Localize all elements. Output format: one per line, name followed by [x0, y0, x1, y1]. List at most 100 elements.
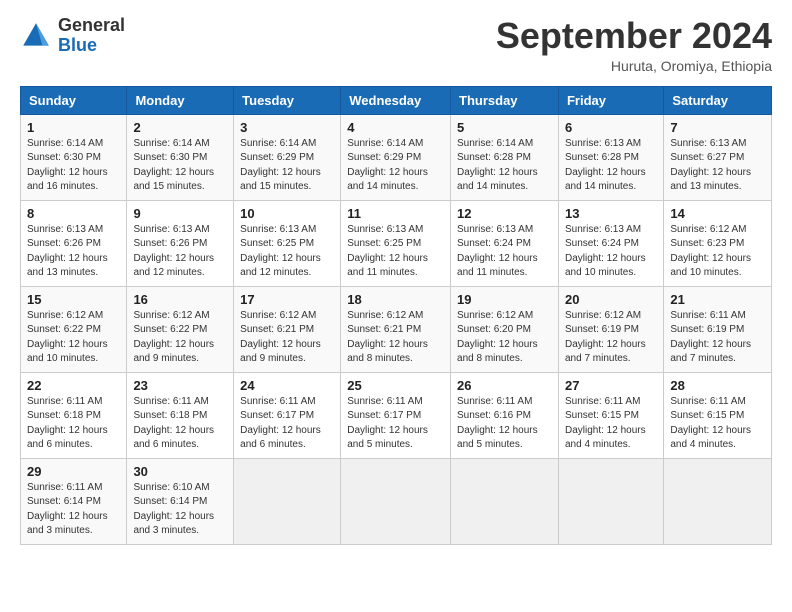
weekday-header-saturday: Saturday — [664, 86, 772, 114]
week-row-5: 29Sunrise: 6:11 AMSunset: 6:14 PMDayligh… — [21, 458, 772, 544]
day-info: Sunrise: 6:13 AMSunset: 6:24 PMDaylight:… — [565, 223, 657, 281]
day-cell: 12 Sunrise: 6:13 AMSunset: 6:24 PMDayligh… — [451, 200, 559, 286]
day-number: 17 — [240, 292, 334, 307]
day-info: Sunrise: 6:11 AMSunset: 6:18 PMDaylight:… — [27, 395, 120, 453]
day-info: Sunrise: 6:12 AMSunset: 6:20 PMDaylight:… — [457, 309, 552, 367]
day-number: 3 — [240, 120, 334, 135]
day-number: 15 — [27, 292, 120, 307]
weekday-header-row: SundayMondayTuesdayWednesdayThursdayFrid… — [21, 86, 772, 114]
weekday-header-wednesday: Wednesday — [341, 86, 451, 114]
day-cell: 9 Sunrise: 6:13 AMSunset: 6:26 PMDaylight… — [127, 200, 234, 286]
weekday-header-sunday: Sunday — [21, 86, 127, 114]
day-number: 20 — [565, 292, 657, 307]
day-info: Sunrise: 6:11 AMSunset: 6:15 PMDaylight:… — [565, 395, 657, 453]
day-cell: 15 Sunrise: 6:12 AMSunset: 6:22 PMDayligh… — [21, 286, 127, 372]
day-cell: 23Sunrise: 6:11 AMSunset: 6:18 PMDayligh… — [127, 372, 234, 458]
day-number: 10 — [240, 206, 334, 221]
logo-general: General — [58, 16, 125, 36]
day-info: Sunrise: 6:14 AMSunset: 6:29 PMDaylight:… — [347, 137, 444, 195]
day-cell — [558, 458, 663, 544]
day-number: 30 — [133, 464, 227, 479]
day-info: Sunrise: 6:14 AMSunset: 6:28 PMDaylight:… — [457, 137, 552, 195]
day-info: Sunrise: 6:13 AMSunset: 6:26 PMDaylight:… — [133, 223, 227, 281]
day-cell: 7 Sunrise: 6:13 AMSunset: 6:27 PMDaylight… — [664, 114, 772, 200]
day-number: 6 — [565, 120, 657, 135]
day-cell: 11 Sunrise: 6:13 AMSunset: 6:25 PMDayligh… — [341, 200, 451, 286]
logo-blue: Blue — [58, 36, 125, 56]
day-cell: 3 Sunrise: 6:14 AMSunset: 6:29 PMDaylight… — [234, 114, 341, 200]
day-number: 19 — [457, 292, 552, 307]
day-info: Sunrise: 6:11 AMSunset: 6:17 PMDaylight:… — [240, 395, 334, 453]
day-cell: 17 Sunrise: 6:12 AMSunset: 6:21 PMDayligh… — [234, 286, 341, 372]
day-cell: 10Sunrise: 6:13 AMSunset: 6:25 PMDayligh… — [234, 200, 341, 286]
day-cell: 13Sunrise: 6:13 AMSunset: 6:24 PMDayligh… — [558, 200, 663, 286]
day-number: 2 — [133, 120, 227, 135]
day-info: Sunrise: 6:12 AMSunset: 6:21 PMDaylight:… — [240, 309, 334, 367]
day-cell: 26Sunrise: 6:11 AMSunset: 6:16 PMDayligh… — [451, 372, 559, 458]
day-number: 5 — [457, 120, 552, 135]
day-info: Sunrise: 6:13 AMSunset: 6:24 PMDaylight:… — [457, 223, 552, 281]
day-number: 1 — [27, 120, 120, 135]
day-info: Sunrise: 6:13 AMSunset: 6:25 PMDaylight:… — [347, 223, 444, 281]
day-number: 28 — [670, 378, 765, 393]
day-info: Sunrise: 6:10 AMSunset: 6:14 PMDaylight:… — [133, 481, 227, 539]
day-info: Sunrise: 6:14 AMSunset: 6:30 PMDaylight:… — [133, 137, 227, 195]
day-number: 22 — [27, 378, 120, 393]
day-number: 21 — [670, 292, 765, 307]
day-number: 7 — [670, 120, 765, 135]
week-row-4: 22 Sunrise: 6:11 AMSunset: 6:18 PMDayligh… — [21, 372, 772, 458]
day-cell: 6 Sunrise: 6:13 AMSunset: 6:28 PMDaylight… — [558, 114, 663, 200]
day-cell: 5 Sunrise: 6:14 AMSunset: 6:28 PMDaylight… — [451, 114, 559, 200]
week-row-2: 8 Sunrise: 6:13 AMSunset: 6:26 PMDaylight… — [21, 200, 772, 286]
day-info: Sunrise: 6:13 AMSunset: 6:26 PMDaylight:… — [27, 223, 120, 281]
day-cell: 21 Sunrise: 6:11 AMSunset: 6:19 PMDayligh… — [664, 286, 772, 372]
day-info: Sunrise: 6:12 AMSunset: 6:22 PMDaylight:… — [133, 309, 227, 367]
day-cell: 19 Sunrise: 6:12 AMSunset: 6:20 PMDayligh… — [451, 286, 559, 372]
day-cell: 2 Sunrise: 6:14 AMSunset: 6:30 PMDaylight… — [127, 114, 234, 200]
day-info: Sunrise: 6:11 AMSunset: 6:15 PMDaylight:… — [670, 395, 765, 453]
day-number: 25 — [347, 378, 444, 393]
day-cell: 20Sunrise: 6:12 AMSunset: 6:19 PMDayligh… — [558, 286, 663, 372]
day-cell: 16Sunrise: 6:12 AMSunset: 6:22 PMDayligh… — [127, 286, 234, 372]
day-cell: 25 Sunrise: 6:11 AMSunset: 6:17 PMDayligh… — [341, 372, 451, 458]
day-number: 18 — [347, 292, 444, 307]
day-cell: 27Sunrise: 6:11 AMSunset: 6:15 PMDayligh… — [558, 372, 663, 458]
day-info: Sunrise: 6:11 AMSunset: 6:14 PMDaylight:… — [27, 481, 120, 539]
day-cell: 14 Sunrise: 6:12 AMSunset: 6:23 PMDayligh… — [664, 200, 772, 286]
day-cell — [451, 458, 559, 544]
day-info: Sunrise: 6:11 AMSunset: 6:19 PMDaylight:… — [670, 309, 765, 367]
day-cell: 29Sunrise: 6:11 AMSunset: 6:14 PMDayligh… — [21, 458, 127, 544]
calendar-table: SundayMondayTuesdayWednesdayThursdayFrid… — [20, 86, 772, 545]
calendar-container: General Blue September 2024 Huruta, Orom… — [0, 0, 792, 561]
logo-text: General Blue — [58, 16, 125, 56]
day-cell: 22 Sunrise: 6:11 AMSunset: 6:18 PMDayligh… — [21, 372, 127, 458]
day-number: 14 — [670, 206, 765, 221]
weekday-header-friday: Friday — [558, 86, 663, 114]
day-cell: 1 Sunrise: 6:14 AMSunset: 6:30 PMDaylight… — [21, 114, 127, 200]
day-number: 24 — [240, 378, 334, 393]
day-info: Sunrise: 6:13 AMSunset: 6:27 PMDaylight:… — [670, 137, 765, 195]
day-info: Sunrise: 6:14 AMSunset: 6:29 PMDaylight:… — [240, 137, 334, 195]
day-number: 12 — [457, 206, 552, 221]
day-cell: 4Sunrise: 6:14 AMSunset: 6:29 PMDaylight… — [341, 114, 451, 200]
day-info: Sunrise: 6:11 AMSunset: 6:16 PMDaylight:… — [457, 395, 552, 453]
day-info: Sunrise: 6:12 AMSunset: 6:22 PMDaylight:… — [27, 309, 120, 367]
month-title: September 2024 — [496, 16, 772, 56]
weekday-header-tuesday: Tuesday — [234, 86, 341, 114]
day-number: 9 — [133, 206, 227, 221]
day-info: Sunrise: 6:12 AMSunset: 6:21 PMDaylight:… — [347, 309, 444, 367]
day-cell — [234, 458, 341, 544]
day-info: Sunrise: 6:11 AMSunset: 6:18 PMDaylight:… — [133, 395, 227, 453]
day-info: Sunrise: 6:13 AMSunset: 6:28 PMDaylight:… — [565, 137, 657, 195]
day-info: Sunrise: 6:12 AMSunset: 6:23 PMDaylight:… — [670, 223, 765, 281]
day-info: Sunrise: 6:11 AMSunset: 6:17 PMDaylight:… — [347, 395, 444, 453]
logo: General Blue — [20, 16, 125, 56]
logo-icon — [20, 20, 52, 52]
day-info: Sunrise: 6:14 AMSunset: 6:30 PMDaylight:… — [27, 137, 120, 195]
day-number: 11 — [347, 206, 444, 221]
title-block: September 2024 Huruta, Oromiya, Ethiopia — [496, 16, 772, 74]
day-cell: 8 Sunrise: 6:13 AMSunset: 6:26 PMDaylight… — [21, 200, 127, 286]
day-number: 8 — [27, 206, 120, 221]
day-cell — [664, 458, 772, 544]
week-row-3: 15 Sunrise: 6:12 AMSunset: 6:22 PMDayligh… — [21, 286, 772, 372]
